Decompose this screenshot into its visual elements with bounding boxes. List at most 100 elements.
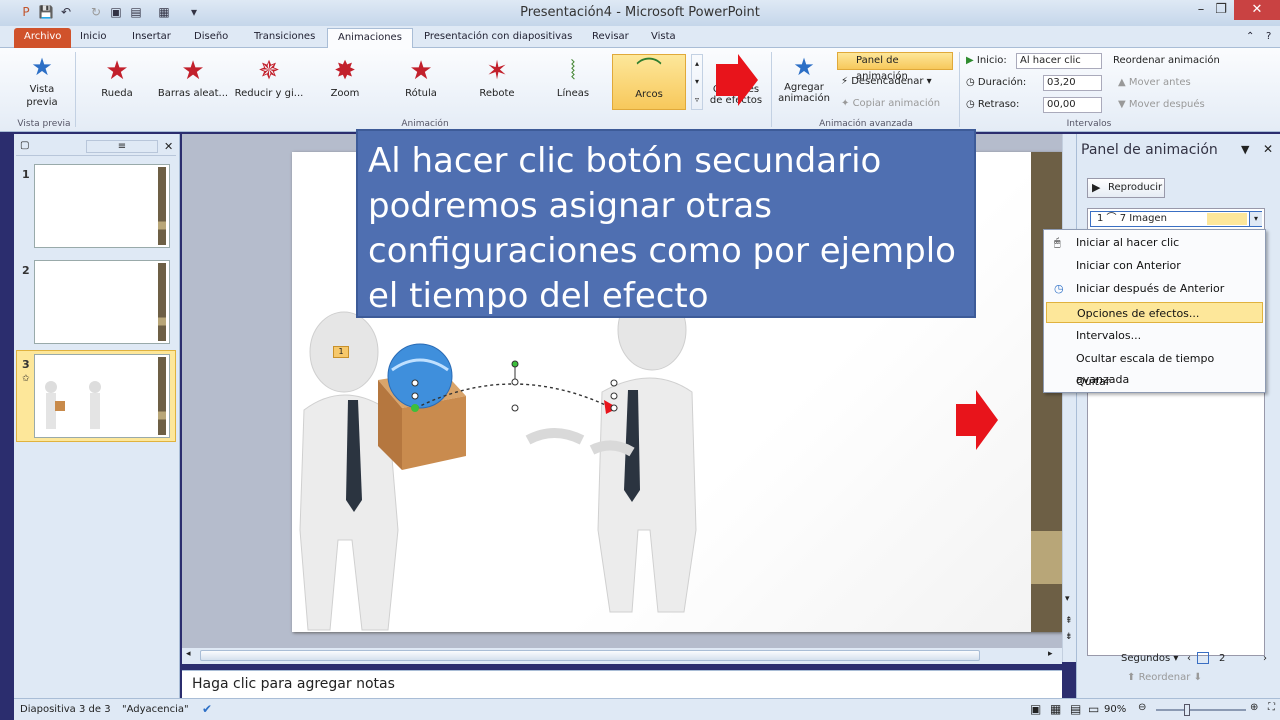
anim-reducir[interactable]: ✵ Reducir y gi...	[232, 54, 306, 110]
play-button[interactable]: ▶ Reproducir	[1087, 178, 1165, 198]
delay-spinner[interactable]: 00,00	[1043, 97, 1102, 113]
tab-presentacion[interactable]: Presentación con diapositivas	[414, 28, 582, 48]
lines-path-icon: ⦚	[570, 56, 576, 86]
anim-rotula[interactable]: ★ Rótula	[384, 54, 458, 110]
preview-button[interactable]: ★ Vista previa	[14, 52, 70, 110]
tab-transiciones[interactable]: Transiciones	[244, 28, 325, 48]
pane-close-icon[interactable]: ✕	[1263, 142, 1273, 156]
selection-handle	[511, 404, 519, 412]
duration-text: Duración:	[977, 77, 1027, 88]
outline-tab-icon[interactable]: ≡	[86, 140, 158, 153]
menu-start-after-previous[interactable]: ◷ Iniciar después de Anterior	[1046, 278, 1263, 299]
duration-spinner[interactable]: 03,20	[1043, 75, 1102, 91]
item-dropdown-icon[interactable]: ▾	[1249, 212, 1262, 226]
move-later-button[interactable]: ▼ Mover después	[1118, 99, 1205, 110]
reading-view-icon[interactable]: ▤	[1070, 702, 1081, 716]
spell-check-icon[interactable]: ✔	[202, 702, 212, 716]
selection-handle	[411, 379, 419, 387]
animation-group-label: Animación	[401, 119, 449, 129]
slide-thumbnail-1[interactable]	[34, 164, 170, 248]
move-earlier-button[interactable]: ▲ Mover antes	[1118, 77, 1191, 88]
sorter-view-icon[interactable]: ▦	[1050, 702, 1061, 716]
slide-thumbnail-3[interactable]	[34, 354, 170, 438]
zoom-out-icon[interactable]: ⊖	[1138, 702, 1146, 713]
scroll-thumb[interactable]	[200, 650, 980, 661]
close-button[interactable]: ✕	[1234, 0, 1280, 20]
anim-label: Rueda	[101, 88, 133, 99]
fit-slide-icon[interactable]: ⛶	[1268, 702, 1275, 713]
copy-animation-button[interactable]: ✦ Copiar animación	[841, 98, 940, 109]
zoom-slider[interactable]	[1156, 709, 1246, 711]
previous-slide-icon[interactable]: ⇞	[1065, 616, 1073, 626]
restore-button[interactable]: ❐	[1206, 0, 1236, 20]
tab-inicio[interactable]: Inicio	[70, 28, 116, 48]
tab-diseno[interactable]: Diseño	[184, 28, 238, 48]
seconds-label: Segundos	[1121, 653, 1171, 664]
gallery-scroll[interactable]: ▴ ▾ ▿	[691, 54, 703, 110]
menu-item-label: Iniciar después de Anterior	[1076, 282, 1225, 295]
menu-remove[interactable]: Quitar	[1046, 371, 1263, 392]
next-slide-icon[interactable]: ⇟	[1065, 632, 1073, 642]
start-select[interactable]: Al hacer clic	[1016, 53, 1102, 69]
timeline-prev-icon[interactable]: ‹	[1187, 653, 1191, 664]
tab-archivo[interactable]: Archivo	[14, 28, 72, 48]
menu-item-label: Intervalos...	[1076, 329, 1142, 342]
tab-vista[interactable]: Vista	[641, 28, 686, 48]
zoom-slider-thumb[interactable]	[1184, 704, 1190, 716]
scroll-right-icon[interactable]: ▸	[1048, 649, 1053, 659]
star-swivel-icon: ★	[409, 56, 433, 86]
close-pane-icon[interactable]: ✕	[164, 140, 173, 153]
anim-arcos[interactable]: ⌒ Arcos	[612, 54, 686, 110]
zoom-level[interactable]: 90%	[1104, 704, 1126, 715]
anim-lineas[interactable]: ⦚ Líneas	[536, 54, 610, 110]
instruction-callout: Al hacer clic botón secundario podremos …	[356, 129, 976, 318]
timeline-page: 2	[1219, 653, 1226, 664]
anim-zoom[interactable]: ✸ Zoom	[308, 54, 382, 110]
horizontal-scrollbar[interactable]: ◂ ▸	[182, 648, 1062, 664]
slideshow-view-icon[interactable]: ▭	[1088, 702, 1099, 716]
pane-options-icon[interactable]: ▼	[1241, 143, 1249, 156]
tab-animaciones[interactable]: Animaciones	[327, 28, 413, 48]
theme-name[interactable]: "Adyacencia"	[122, 704, 189, 715]
anim-rebote[interactable]: ✶ Rebote	[460, 54, 534, 110]
right-person-figure	[525, 300, 697, 613]
anim-barras[interactable]: ★ Barras aleat...	[156, 54, 230, 110]
vertical-scrollbar[interactable]: ▾ ⇞ ⇟	[1062, 134, 1076, 662]
menu-start-with-previous[interactable]: Iniciar con Anterior	[1046, 255, 1263, 276]
menu-effect-options[interactable]: Opciones de efectos...	[1046, 302, 1263, 323]
slide-thumbnail-2[interactable]	[34, 260, 170, 344]
trigger-button[interactable]: ⚡ Desencadenar ▾	[841, 76, 932, 87]
slides-tab-icon[interactable]: ▢	[20, 140, 29, 151]
anim-rueda[interactable]: ★ Rueda	[80, 54, 154, 110]
animation-order-tag: 1	[333, 346, 349, 358]
timeline-next-icon[interactable]: ›	[1263, 653, 1267, 664]
thumbnail-stripe	[158, 167, 166, 245]
menu-hide-timeline[interactable]: Ocultar escala de tiempo avanzada	[1046, 348, 1263, 386]
copy-animation-label: Copiar animación	[852, 98, 941, 109]
seconds-dropdown[interactable]: Segundos ▾	[1121, 653, 1178, 664]
tab-revisar[interactable]: Revisar	[582, 28, 639, 48]
notes-area[interactable]: Haga clic para agregar notas	[182, 670, 1062, 698]
help-icon[interactable]: ?	[1256, 28, 1280, 48]
animation-list-item[interactable]: 1 ⌒ 7 Imagen ▾	[1090, 211, 1262, 227]
zoom-in-icon[interactable]: ⊕	[1250, 702, 1258, 713]
start-label: ▶ Inicio:	[966, 55, 1007, 66]
star-zoom-icon: ✸	[334, 56, 356, 86]
animation-pane-button[interactable]: Panel de animación	[837, 52, 953, 82]
left-person-figure	[299, 311, 399, 631]
menu-item-label: Opciones de efectos...	[1077, 307, 1200, 320]
add-animation-button[interactable]: ★ Agregar animación	[774, 52, 834, 112]
reorder-down-icon[interactable]: ⬇	[1194, 672, 1202, 683]
anim-label: Zoom	[330, 88, 360, 99]
menu-start-on-click[interactable]: 🖱 Iniciar al hacer clic	[1046, 232, 1263, 253]
normal-view-icon[interactable]: ▣	[1030, 702, 1041, 716]
scroll-down-icon[interactable]: ▾	[1065, 594, 1070, 604]
scroll-left-icon[interactable]: ◂	[186, 649, 191, 659]
menu-timing[interactable]: Intervalos...	[1046, 325, 1263, 346]
slide-counter: Diapositiva 3 de 3	[20, 704, 111, 715]
timing-bar	[1207, 213, 1247, 225]
reorder-up-icon[interactable]: ⬆	[1127, 672, 1135, 683]
tab-insertar[interactable]: Insertar	[122, 28, 181, 48]
start-value: Al hacer clic	[1020, 55, 1081, 66]
ribbon: ★ Vista previa Vista previa ★ Rueda ★ Barr…	[0, 48, 1280, 132]
